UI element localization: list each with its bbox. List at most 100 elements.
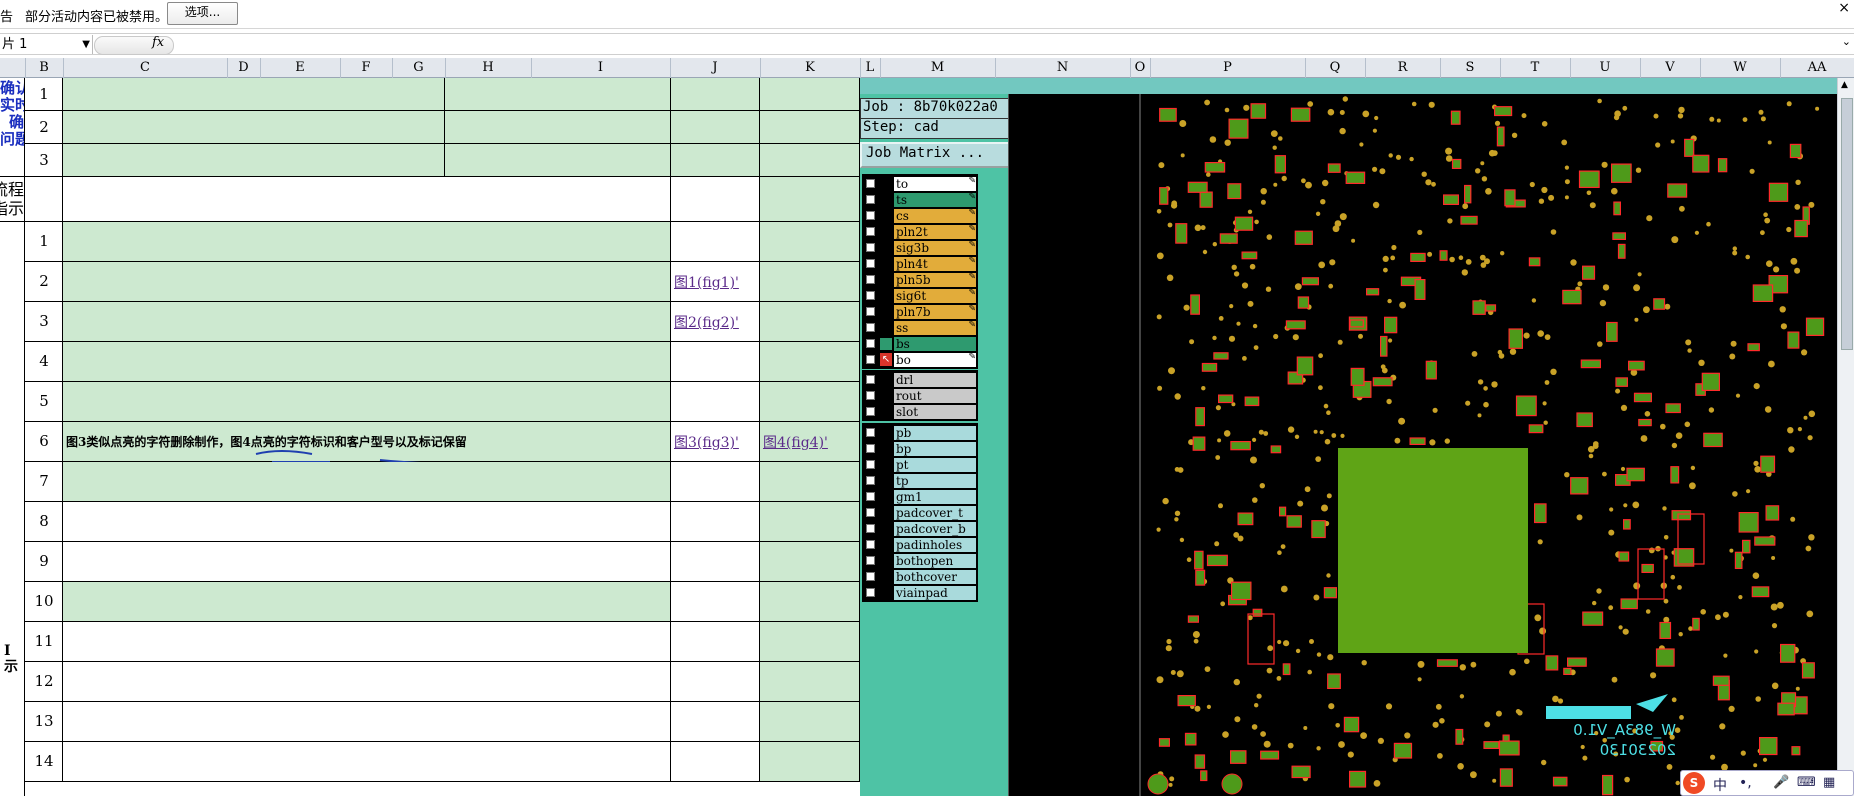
layer-checkbox[interactable] <box>866 323 875 332</box>
cell-j[interactable] <box>671 702 760 742</box>
layer-checkbox[interactable] <box>866 508 875 517</box>
cell-k[interactable] <box>760 262 860 302</box>
layer-name[interactable]: bp <box>894 442 976 456</box>
cell-j[interactable] <box>671 662 760 702</box>
merged-cell-cd[interactable] <box>63 78 445 111</box>
column-header[interactable]: U <box>1570 58 1641 78</box>
cell-k[interactable] <box>760 302 860 342</box>
layer-name[interactable]: ss <box>894 321 976 335</box>
cell-j[interactable] <box>671 78 760 111</box>
layer-checkbox[interactable] <box>866 259 875 268</box>
layer-name[interactable]: gm1 <box>894 490 976 504</box>
column-header[interactable]: O <box>1130 58 1151 78</box>
pcb-viewer[interactable]: W_983A_V1.0 20230130 <box>1008 94 1837 796</box>
layer-checkbox[interactable] <box>866 375 875 384</box>
layer-row-cs[interactable]: cs ✎ <box>862 208 978 224</box>
layer-row-padcover_t[interactable]: padcover_t <box>862 505 978 521</box>
merged-cell-row-8[interactable] <box>63 502 671 542</box>
cell-k[interactable] <box>760 542 860 582</box>
layer-name[interactable]: sig3b <box>894 241 976 255</box>
merged-cell-cd[interactable] <box>63 144 445 177</box>
layer-name[interactable]: padcover_t <box>894 506 976 520</box>
merged-cell-row-4[interactable] <box>63 342 671 382</box>
cell-k[interactable] <box>760 662 860 702</box>
merged-cell-row-9[interactable] <box>63 542 671 582</box>
job-matrix-button[interactable]: Job Matrix ... <box>860 142 1012 168</box>
layer-name[interactable]: pln5b <box>894 273 976 287</box>
layer-checkbox[interactable] <box>866 492 875 501</box>
name-box[interactable]: 片 1 ▼ <box>0 35 93 54</box>
layer-row-sig3b[interactable]: sig3b ✎ <box>862 240 978 256</box>
layer-name[interactable]: drl <box>894 373 976 387</box>
layer-checkbox[interactable] <box>866 195 875 204</box>
section-c-title-cell[interactable]: I 示 <box>0 222 25 796</box>
layer-row-ts[interactable]: ts ✎ <box>862 192 978 208</box>
column-header[interactable]: R <box>1365 58 1441 78</box>
layer-row-pln5b[interactable]: pln5b ✎ <box>862 272 978 288</box>
cell-k[interactable] <box>760 622 860 662</box>
column-header[interactable]: T <box>1500 58 1571 78</box>
cell-k[interactable] <box>760 462 860 502</box>
layer-row-pln4t[interactable]: pln4t ✎ <box>862 256 978 272</box>
layer-checkbox[interactable] <box>866 391 875 400</box>
layer-row-padcover_b[interactable]: padcover_b <box>862 521 978 537</box>
layer-row-bp[interactable]: bp <box>862 441 978 457</box>
layer-name[interactable]: ts <box>894 193 976 207</box>
merged-cell-hi[interactable] <box>445 111 671 144</box>
layer-checkbox[interactable] <box>866 524 875 533</box>
layer-name[interactable]: sig6t <box>894 289 976 303</box>
layer-checkbox[interactable] <box>866 243 875 252</box>
cell-k[interactable] <box>760 222 860 262</box>
active-layer-icon[interactable]: ↖ <box>880 353 892 366</box>
column-header[interactable]: I <box>531 58 671 78</box>
layer-name[interactable]: pln4t <box>894 257 976 271</box>
merged-cell-row-7[interactable] <box>63 462 671 502</box>
layer-checkbox[interactable] <box>866 556 875 565</box>
column-header[interactable] <box>0 58 26 78</box>
layer-checkbox[interactable] <box>866 540 875 549</box>
layer-name[interactable]: to <box>894 177 976 191</box>
layer-checkbox[interactable] <box>866 476 875 485</box>
grid-menu-icon[interactable]: ▦ <box>1823 775 1835 790</box>
column-header[interactable]: C <box>63 58 228 78</box>
column-header[interactable]: L <box>860 58 881 78</box>
layer-row-pln7b[interactable]: pln7b ✎ <box>862 304 978 320</box>
microphone-icon[interactable]: 🎤 <box>1773 775 1789 790</box>
fx-icon[interactable]: fx <box>152 35 164 50</box>
column-header[interactable]: F <box>340 58 393 78</box>
merged-cell-cd[interactable] <box>63 111 445 144</box>
merged-cell-row-14[interactable] <box>63 742 671 782</box>
cell-j[interactable] <box>671 742 760 782</box>
layer-checkbox[interactable] <box>866 227 875 236</box>
layer-row-pt[interactable]: pt <box>862 457 978 473</box>
column-header[interactable]: S <box>1440 58 1501 78</box>
scroll-up-icon[interactable]: ▲ <box>1841 80 1848 90</box>
ime-toolbar[interactable]: S 中 •, 🎤 ⌨ ▦ <box>1680 770 1854 796</box>
layer-row-pln2t[interactable]: pln2t ✎ <box>862 224 978 240</box>
layer-name[interactable]: bothopen <box>894 554 976 568</box>
section-b-text-cell[interactable] <box>63 177 671 222</box>
cell-j[interactable] <box>671 111 760 144</box>
layer-name[interactable]: tp <box>894 474 976 488</box>
layer-row-drl[interactable]: drl <box>862 372 978 388</box>
layer-row-gm1[interactable]: gm1 <box>862 489 978 505</box>
column-header[interactable]: Q <box>1305 58 1366 78</box>
layer-name[interactable]: cs <box>894 209 976 223</box>
layer-checkbox[interactable] <box>866 307 875 316</box>
merged-cell-row-12[interactable] <box>63 662 671 702</box>
options-button[interactable]: 选项... <box>167 2 238 25</box>
column-header[interactable]: M <box>880 58 996 78</box>
merged-cell-row-3[interactable] <box>63 302 671 342</box>
cell-k[interactable] <box>760 144 860 177</box>
link-fig1[interactable]: 图1(fig1)' <box>674 272 739 292</box>
cell-k[interactable] <box>760 342 860 382</box>
column-header[interactable]: AA <box>1780 58 1854 78</box>
cell-k[interactable] <box>760 78 860 111</box>
spreadsheet-grid[interactable]: 确认 实时 确 问题 艺流程 指示 I 示 12312图1(fig1)'3图2(… <box>0 78 860 796</box>
link-fig2[interactable]: 图2(fig2)' <box>674 312 739 332</box>
merged-cell-row-13[interactable] <box>63 702 671 742</box>
layer-row-to[interactable]: to ✎ <box>862 176 978 192</box>
layer-name[interactable]: viainpad <box>894 586 976 600</box>
cell-j[interactable] <box>671 177 760 222</box>
layer-row-tp[interactable]: tp <box>862 473 978 489</box>
